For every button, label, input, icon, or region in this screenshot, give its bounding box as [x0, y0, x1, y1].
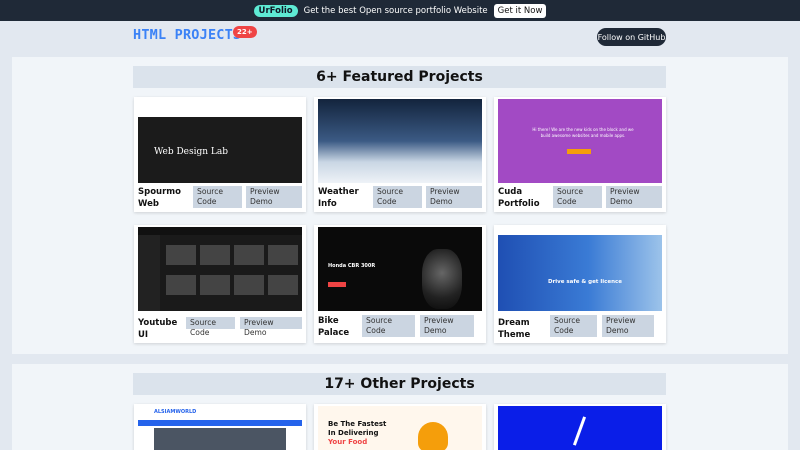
burger-image	[418, 422, 448, 450]
thumb-header: ALSIAMWORLD	[138, 406, 302, 420]
project-name: Weather Info	[318, 187, 359, 209]
source-code-button[interactable]: Source Code	[362, 315, 415, 337]
preview-demo-button[interactable]: Preview Demo	[240, 317, 302, 337]
source-code-button[interactable]: Source Code	[373, 186, 422, 208]
thumb-navbar	[138, 420, 302, 426]
thumb-line: Your Food	[328, 438, 368, 446]
follow-github-button[interactable]: Follow on GitHub	[597, 28, 666, 46]
project-thumbnail[interactable]: Drive safe & get licence	[498, 227, 662, 311]
thumb-title: Honda CBR 300R	[328, 263, 376, 269]
thumb-button	[567, 149, 591, 154]
thumb-nav	[498, 227, 662, 235]
thumb-hero-image	[154, 428, 286, 450]
project-thumbnail[interactable]: Be The Fastest In Delivering Your Food	[318, 406, 482, 450]
promo-text: Get the best Open source portfolio Websi…	[303, 5, 488, 16]
project-card-food: Be The Fastest In Delivering Your Food	[314, 404, 486, 450]
project-card-dream: Drive safe & get licence Dream Theme Sou…	[494, 225, 666, 343]
thumb-logo-text: ALSIAMWORLD	[154, 409, 197, 415]
project-name: Youtube UI	[138, 318, 178, 340]
source-code-button[interactable]: Source Code	[193, 186, 242, 208]
preview-demo-button[interactable]: Preview Demo	[246, 186, 302, 208]
thumb-graphic	[572, 416, 587, 446]
project-thumbnail[interactable]	[318, 99, 482, 183]
project-card-bike: Honda CBR 300R Bike Palace Source Code P…	[314, 225, 486, 343]
other-heading: 17+ Other Projects	[133, 373, 666, 395]
thumb-title: Be The Fastest In Delivering Your Food	[328, 420, 386, 447]
thumb-video-tile	[200, 275, 230, 295]
project-card-youtube: Youtube UI Source Code Preview Demo	[134, 225, 306, 343]
thumb-title: Drive safe & get licence	[548, 279, 623, 285]
thumb-line: Be The Fastest	[328, 420, 387, 428]
thumb-line: In Delivering	[328, 429, 379, 437]
project-card-weather: Weather Info Source Code Preview Demo	[314, 97, 486, 212]
preview-demo-button[interactable]: Preview Demo	[606, 186, 662, 208]
featured-heading: 6+ Featured Projects	[133, 66, 666, 88]
project-thumbnail[interactable]	[498, 406, 662, 450]
source-code-button[interactable]: Source Code	[550, 315, 597, 337]
get-it-now-button[interactable]: Get it Now	[493, 3, 547, 18]
project-thumbnail[interactable]: Honda CBR 300R	[318, 227, 482, 311]
motorcycle-image	[422, 249, 462, 309]
thumb-video-tile	[200, 245, 230, 265]
thumb-video-tile	[268, 245, 298, 265]
thumb-video-tile	[234, 245, 264, 265]
thumb-button	[328, 282, 346, 287]
urfolio-tag: UrFolio	[253, 4, 298, 17]
project-thumbnail[interactable]: Web Design Lab	[138, 99, 302, 183]
thumb-video-tile	[166, 275, 196, 295]
preview-demo-button[interactable]: Preview Demo	[420, 315, 474, 337]
thumb-nav	[138, 99, 302, 117]
project-name: Spourmo Web	[138, 187, 181, 209]
promo-banner: UrFolio Get the best Open source portfol…	[0, 0, 800, 21]
thumb-sidebar	[138, 235, 160, 311]
preview-demo-button[interactable]: Preview Demo	[602, 315, 654, 337]
source-code-button[interactable]: Source Code	[553, 186, 602, 208]
project-name: Cuda Portfolio	[498, 187, 540, 209]
thumb-title: Web Design Lab	[154, 147, 229, 157]
project-thumbnail[interactable]	[138, 227, 302, 311]
project-card-cuda: Hi there! We are the new kids on the blo…	[494, 97, 666, 212]
project-thumbnail[interactable]: ALSIAMWORLD	[138, 406, 302, 450]
preview-demo-button[interactable]: Preview Demo	[426, 186, 482, 208]
thumb-title: Hi there! We are the new kids on the blo…	[532, 127, 634, 138]
page-title[interactable]: HTML PROJECTS	[133, 27, 241, 43]
thumb-video-tile	[268, 275, 298, 295]
project-name: Dream Theme	[498, 318, 531, 340]
project-card-spourmo: Web Design Lab Spourmo Web Source Code P…	[134, 97, 306, 212]
thumb-topbar	[138, 227, 302, 235]
thumb-video-tile	[166, 245, 196, 265]
source-code-button[interactable]: Source Code	[186, 317, 235, 337]
project-card-alsiam: ALSIAMWORLD	[134, 404, 306, 450]
project-thumbnail[interactable]: Hi there! We are the new kids on the blo…	[498, 99, 662, 183]
project-card-blue	[494, 404, 666, 450]
project-count-badge: 22+	[233, 26, 257, 38]
thumb-video-tile	[234, 275, 264, 295]
other-projects-section: 17+ Other Projects ALSIAMWORLD Be The Fa…	[12, 364, 788, 450]
featured-projects-section: 6+ Featured Projects Web Design Lab Spou…	[12, 57, 788, 354]
